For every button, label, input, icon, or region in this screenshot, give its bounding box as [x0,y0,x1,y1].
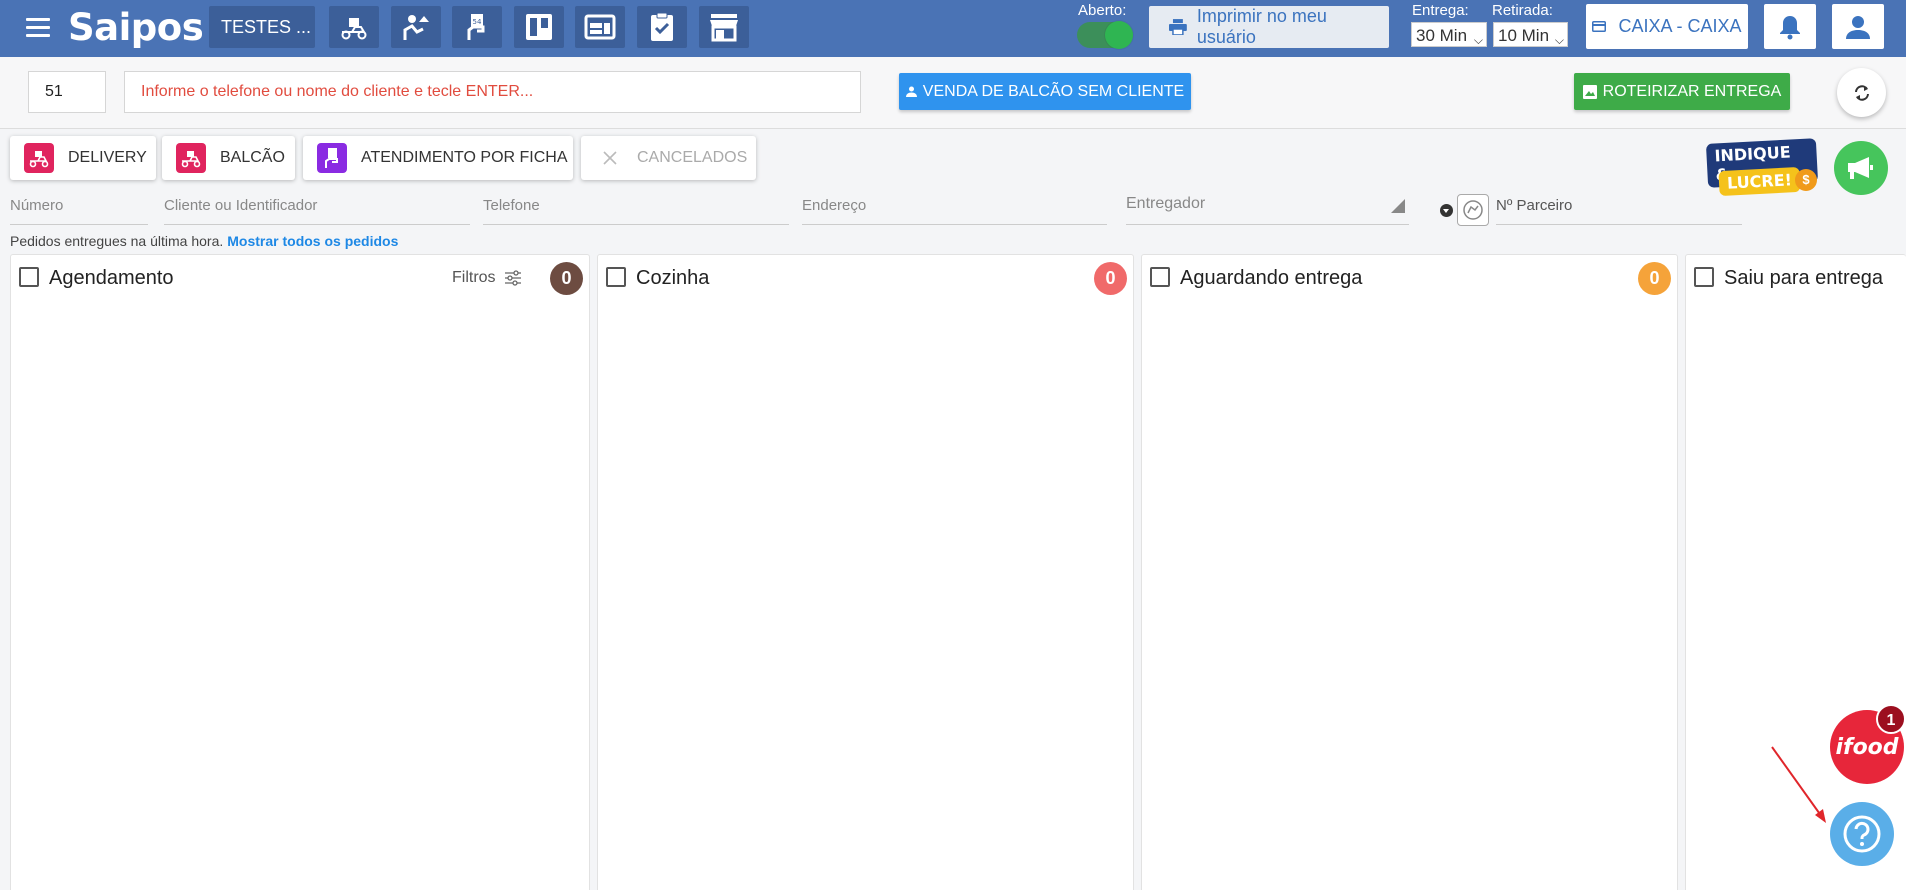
credit-card-icon [1592,21,1607,32]
column-aguardando-entrega: Aguardando entrega 0 [1141,254,1678,890]
filter-ficha-label: ATENDIMENTO POR FICHA [361,149,568,166]
delivery-scooter-icon[interactable] [329,6,379,48]
search-telefone-placeholder: Telefone [483,197,540,214]
client-search-input[interactable] [124,71,861,113]
roteirizar-entrega-button[interactable]: ROTEIRIZAR ENTREGA [1574,73,1790,110]
ticket-hand-icon [317,143,347,173]
kanban-board-icon[interactable] [514,6,564,48]
coin-icon: $ [1795,169,1817,191]
search-telefone-field[interactable]: Telefone [483,190,789,225]
column-select-checkbox[interactable] [19,267,39,287]
notifications-bell-icon[interactable] [1764,4,1816,49]
retirada-label: Retirada: [1492,2,1553,19]
store-open-toggle[interactable] [1077,21,1133,49]
column-count-badge: 0 [550,262,583,295]
retirada-time-value: 10 Min [1498,26,1550,45]
filter-cancelados-button[interactable]: CANCELADOS [581,136,756,180]
column-count-badge: 0 [1638,262,1671,295]
column-agendamento: Agendamento Filtros 0 [10,254,590,890]
delivery-scooter-icon [176,143,206,173]
search-endereco-field[interactable]: Endereço [802,190,1107,225]
svg-text:54: 54 [473,18,482,26]
entrega-time-value: 30 Min [1416,26,1468,45]
menu-icon[interactable] [26,18,50,38]
entregador-placeholder: Entregador [1126,195,1206,212]
search-endereco-placeholder: Endereço [802,197,867,214]
caixa-label: CAIXA - CAIXA [1618,16,1742,36]
balcao-sem-cliente-label: VENDA DE BALCÃO SEM CLIENTE [922,82,1185,100]
show-all-orders-link[interactable]: Mostrar todos os pedidos [227,233,398,249]
megaphone-icon[interactable] [1834,141,1888,195]
filter-balcao-label: BALCÃO [220,149,285,166]
retirada-time-select[interactable]: 10 Min ⌵ [1493,22,1568,47]
order-toolbar: VENDA DE BALCÃO SEM CLIENTE ROTEIRIZAR E… [0,57,1906,129]
balcao-sem-cliente-button[interactable]: VENDA DE BALCÃO SEM CLIENTE [899,73,1191,110]
person-icon [905,86,917,97]
print-user-label: Imprimir no meu usuário [1196,6,1327,47]
refresh-icon[interactable] [1837,68,1886,117]
search-numero-placeholder: Número [10,197,64,214]
entrega-time-select[interactable]: 30 Min ⌵ [1411,22,1487,47]
chevron-down-icon[interactable] [1440,204,1453,217]
filtros-button[interactable]: Filtros [452,269,522,287]
search-cliente-field[interactable]: Cliente ou Identificador [164,190,470,225]
ifood-logo: ifood [1835,734,1899,760]
search-cliente-placeholder: Cliente ou Identificador [164,197,318,214]
store-icon[interactable] [699,6,749,48]
entrega-label: Entrega: [1412,2,1469,19]
table-layout-icon[interactable] [575,6,625,48]
column-title: Saiu para entrega [1724,267,1884,289]
column-cozinha: Cozinha 0 [597,254,1134,890]
column-title: Agendamento [49,267,174,289]
filter-delivery-label: DELIVERY [68,149,147,166]
caixa-button[interactable]: CAIXA - CAIXA [1586,4,1748,49]
filter-ficha-button[interactable]: ATENDIMENTO POR FICHA [303,136,573,180]
search-parceiro-field[interactable]: Nº Parceiro [1496,190,1742,225]
clipboard-check-icon[interactable] [637,6,687,48]
printer-icon [1169,19,1187,35]
roteirizar-entrega-label: ROTEIRIZAR ENTREGA [1602,82,1782,100]
user-profile-icon[interactable] [1832,4,1884,49]
delivery-scooter-icon [24,143,54,173]
filtros-label: Filtros [452,269,496,286]
column-select-checkbox[interactable] [1694,267,1714,287]
filter-cancelados-label: CANCELADOS [637,149,748,166]
column-count-badge: 0 [1094,262,1127,295]
column-title: Cozinha [636,267,710,289]
search-parceiro-placeholder: Nº Parceiro [1496,197,1573,214]
store-selector[interactable]: TESTES ... [209,6,315,48]
close-icon [603,151,617,165]
filter-sliders-icon [504,270,521,286]
brand-logo: Saipos [68,6,204,49]
dropdown-corner-icon [1391,199,1405,213]
partner-logo-icon[interactable] [1457,194,1489,226]
search-numero-field[interactable]: Número [10,190,148,225]
column-title: Aguardando entrega [1180,267,1363,289]
chevron-down-icon: ⌵ [1473,33,1483,47]
waiter-icon[interactable] [391,6,441,48]
top-navbar: Saipos TESTES ... 54 Aberto: Imprimir no… [0,0,1906,57]
print-user-button[interactable]: Imprimir no meu usuário [1149,6,1389,48]
filter-delivery-button[interactable]: DELIVERY [10,136,156,180]
info-line: Pedidos entregues na última hora. Mostrar… [10,233,398,249]
help-question-icon[interactable] [1830,802,1894,866]
map-icon [1582,84,1597,99]
annotation-arrow [1771,746,1826,823]
order-number-input[interactable] [28,71,106,113]
column-select-checkbox[interactable] [606,267,626,287]
ifood-notification-badge: 1 [1876,704,1906,734]
column-select-checkbox[interactable] [1150,267,1170,287]
info-text: Pedidos entregues na última hora. [10,233,224,249]
aberto-label: Aberto: [1078,2,1127,19]
filter-balcao-button[interactable]: BALCÃO [162,136,295,180]
entregador-select[interactable]: Entregador [1126,190,1409,225]
chevron-down-icon: ⌵ [1554,33,1564,47]
ticket-hand-icon[interactable]: 54 [452,6,502,48]
